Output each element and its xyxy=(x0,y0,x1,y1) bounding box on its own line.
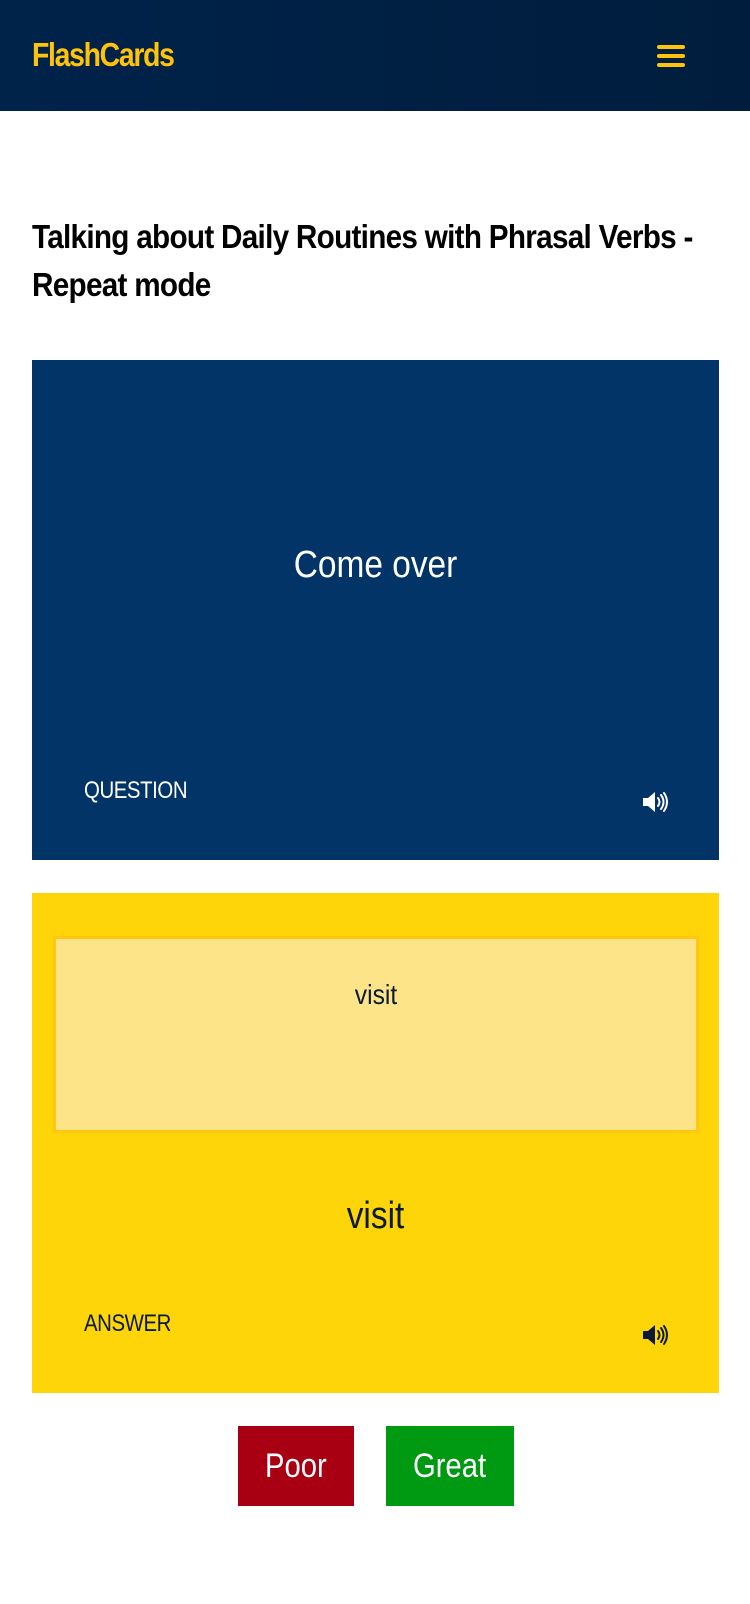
speaker-icon[interactable] xyxy=(642,1324,670,1346)
poor-button[interactable]: Poor xyxy=(238,1426,354,1506)
app-header: FlashCards xyxy=(0,0,750,111)
brand-logo[interactable]: FlashCards xyxy=(32,36,175,74)
answer-input[interactable]: visit xyxy=(53,936,699,1133)
poor-button-label: Poor xyxy=(265,1446,327,1485)
answer-label: ANSWER xyxy=(84,1310,171,1337)
great-button-label: Great xyxy=(413,1446,487,1485)
answer-input-value: visit xyxy=(354,979,398,1010)
menu-bar-line xyxy=(657,63,685,67)
menu-bar-line xyxy=(657,54,685,58)
great-button[interactable]: Great xyxy=(386,1426,514,1506)
hamburger-menu-icon[interactable] xyxy=(654,40,688,70)
page-title: Talking about Daily Routines with Phrasa… xyxy=(32,218,693,303)
question-label: QUESTION xyxy=(84,777,188,804)
question-card[interactable]: Come over QUESTION xyxy=(32,360,719,860)
speaker-icon[interactable] xyxy=(642,791,670,813)
question-text: Come over xyxy=(293,544,458,586)
menu-bar-line xyxy=(657,45,685,49)
answer-text: visit xyxy=(346,1195,405,1237)
answer-card: visit visit ANSWER xyxy=(32,893,719,1393)
